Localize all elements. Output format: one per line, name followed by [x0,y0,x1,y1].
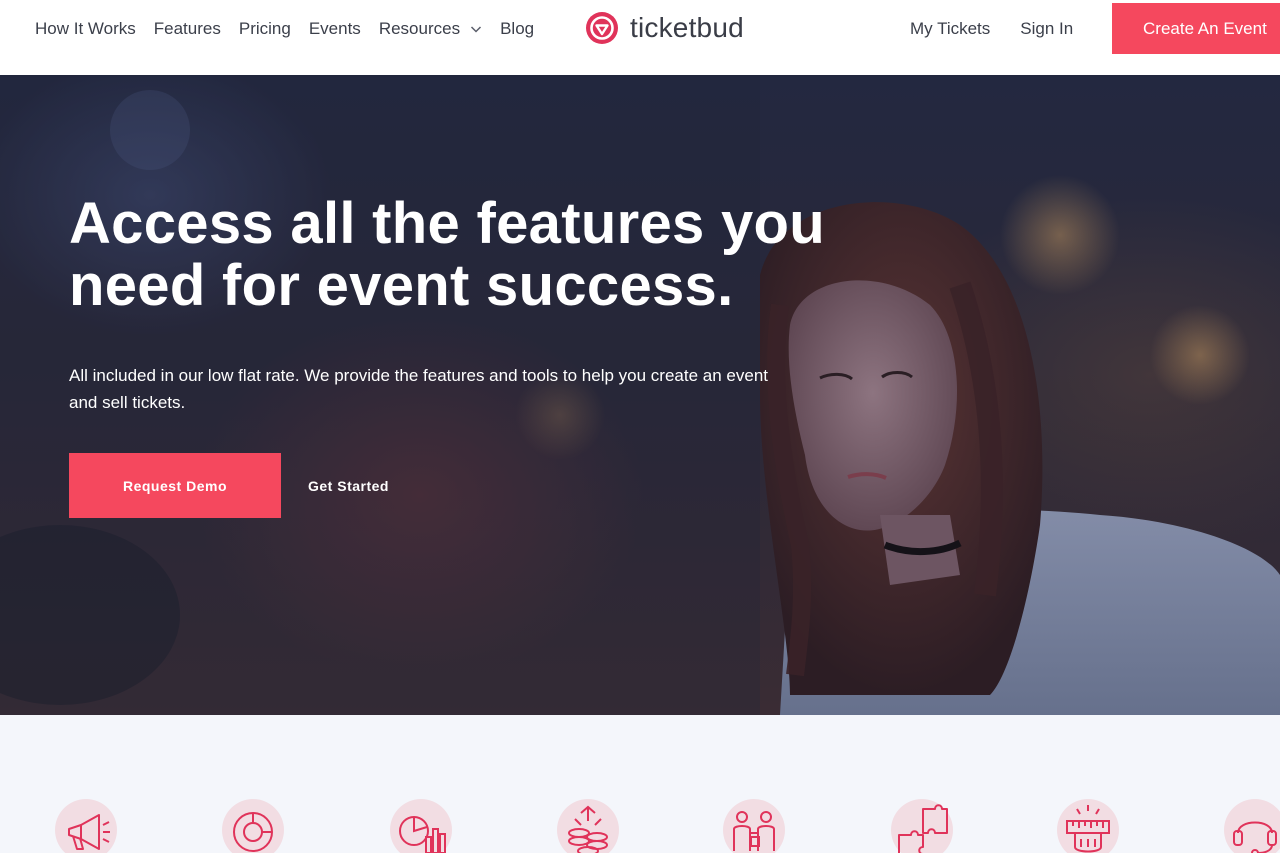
primary-nav: How It Works Features Pricing Events Res… [35,0,552,58]
team-icon [723,799,785,853]
nav-my-tickets[interactable]: My Tickets [910,19,990,39]
ruler-hand-icon [1057,799,1119,853]
site-header: How It Works Features Pricing Events Res… [0,0,1280,75]
request-demo-button[interactable]: Request Demo [69,453,281,518]
hero-section: Access all the features you need for eve… [0,75,1280,715]
headset-icon [1224,799,1280,853]
feature-icons-section [0,715,1280,853]
hero-subtitle: All included in our low flat rate. We pr… [69,366,768,412]
nav-features[interactable]: Features [154,19,221,39]
nav-events[interactable]: Events [309,19,361,39]
nav-how-it-works[interactable]: How It Works [35,19,136,39]
ticketbud-logo-icon [586,12,618,44]
account-nav: My Tickets Sign In [910,0,1103,58]
hero-title: Access all the features you need for eve… [69,191,825,318]
create-event-button[interactable]: Create An Event [1112,3,1280,54]
logo[interactable]: ticketbud [584,10,744,46]
coins-icon [557,799,619,853]
nav-resources-label: Resources [378,19,461,38]
puzzle-icon [891,799,953,853]
megaphone-icon [55,799,117,853]
analytics-chart-icon [390,799,452,853]
nav-pricing[interactable]: Pricing [239,19,291,39]
nav-sign-in[interactable]: Sign In [1020,19,1073,39]
chevron-down-icon [471,26,482,33]
nav-resources[interactable]: Resources [379,19,482,39]
get-started-link[interactable]: Get Started [308,453,389,518]
nav-blog[interactable]: Blog [500,19,534,39]
donut-chart-icon [222,799,284,853]
logo-text: ticketbud [630,12,744,43]
